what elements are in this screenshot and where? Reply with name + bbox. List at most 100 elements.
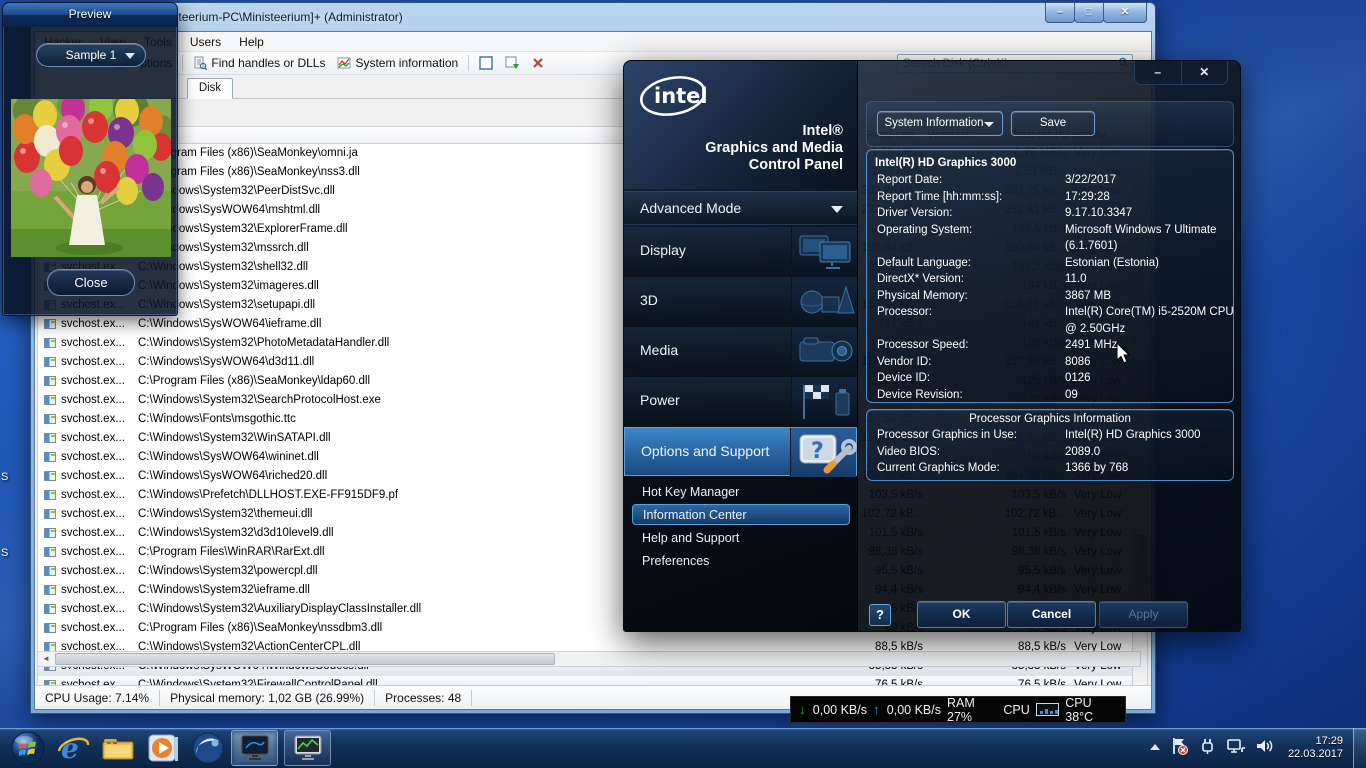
status-divider xyxy=(471,689,473,706)
process-name: svchost.ex... xyxy=(61,470,125,482)
dll-icon xyxy=(44,414,56,424)
menu-users[interactable]: Users xyxy=(181,33,230,51)
dll-path: C:\Windows\Fonts\msgothic.ttc xyxy=(138,413,296,425)
sidebar-item-options-and-support[interactable]: Options and Support ? xyxy=(624,427,857,477)
power-plug-icon[interactable] xyxy=(1198,737,1217,760)
cpu-label: CPU xyxy=(1003,702,1030,717)
close-preview-button[interactable]: Close xyxy=(47,269,135,296)
seamonkey-icon[interactable] xyxy=(191,731,225,765)
ok-button[interactable]: OK xyxy=(917,601,1006,628)
dll-icon xyxy=(44,604,56,614)
taskbar-app-intel-panel[interactable] xyxy=(231,730,278,766)
taskbar: e 17:29 22.03.2017 xyxy=(0,728,1366,768)
find-handles-button[interactable]: Find handles or DLLs xyxy=(187,53,331,73)
dll-path: C:\Windows\SysWOW64\riched20.dll xyxy=(138,470,328,482)
new-window-button[interactable] xyxy=(499,53,525,73)
sample-dropdown-label: Sample 1 xyxy=(65,48,117,62)
tab-disk[interactable]: Disk xyxy=(187,78,233,99)
minimize-button[interactable]: – xyxy=(1135,61,1182,84)
display-icon xyxy=(791,227,857,276)
info-value: Microsoft Windows 7 Ultimate (6.1.7601) xyxy=(1065,223,1217,253)
process-name: svchost.ex... xyxy=(61,527,125,539)
dll-path: C:\Windows\System32\WinSATAPI.dll xyxy=(138,432,331,444)
cancel-button[interactable]: Cancel xyxy=(1007,601,1096,628)
sidebar-item-3d[interactable]: 3D xyxy=(624,277,857,326)
taskbar-app-process-hacker[interactable] xyxy=(284,730,331,766)
tray-overflow-arrow[interactable] xyxy=(1149,739,1161,757)
info-value: 11.0 xyxy=(1065,273,1087,285)
system-information-dropdown[interactable]: System Information xyxy=(877,111,1003,136)
dll-path: C:\Windows\System32\PhotoMetadataHandler… xyxy=(138,337,390,349)
media-player-icon[interactable] xyxy=(146,731,180,765)
chevron-down-icon xyxy=(831,206,843,213)
svg-text:intel: intel xyxy=(654,84,708,108)
sidebar-item-power[interactable]: Power xyxy=(624,377,857,426)
help-button[interactable]: ? xyxy=(869,604,891,626)
windows-explorer-icon[interactable] xyxy=(101,731,135,765)
tray-time: 17:29 xyxy=(1315,735,1343,747)
desktop-icon-label[interactable]: S xyxy=(1,547,10,559)
ram-usage: RAM 27% xyxy=(947,695,975,724)
close-button[interactable]: ✕ xyxy=(1182,61,1228,84)
info-value: 2089.0 xyxy=(1065,445,1101,458)
horizontal-scrollbar[interactable]: ◄ xyxy=(37,651,1141,667)
status-cpu: CPU Usage: 7.14% xyxy=(45,690,150,705)
save-button[interactable]: Save xyxy=(1011,111,1095,136)
info-value: 3867 MB xyxy=(1065,289,1112,302)
info-row: Operating System: Microsoft Windows 7 Ul… xyxy=(867,222,1233,255)
process-name: svchost.ex... xyxy=(61,356,125,368)
process-name: svchost.ex... xyxy=(61,565,125,577)
internet-explorer-icon[interactable]: e xyxy=(56,731,90,765)
subitem-information-center[interactable]: Information Center xyxy=(632,504,850,525)
sample-dropdown[interactable]: Sample 1 xyxy=(36,43,146,67)
window-arrow-icon xyxy=(505,56,520,69)
dll-icon xyxy=(44,509,56,519)
brand-title: Intel® Graphics and Media Control Panel xyxy=(705,123,843,173)
dll-path: C:\Windows\SysWOW64\d3d11.dll xyxy=(138,356,315,368)
menu-help[interactable]: Help xyxy=(230,33,273,51)
start-button[interactable] xyxy=(11,731,45,765)
options-support-icon: ? xyxy=(790,428,857,477)
system-information-panel: Intel(R) HD Graphics 3000 Report Date: 3… xyxy=(866,149,1234,403)
network-icon[interactable] xyxy=(1226,737,1246,760)
sidebar-item-media[interactable]: Media xyxy=(624,327,857,376)
download-arrow-icon: ↓ xyxy=(799,702,806,717)
toolbar-separator xyxy=(182,55,184,71)
close-filter-button[interactable] xyxy=(525,53,551,73)
tray-clock[interactable]: 17:29 22.03.2017 xyxy=(1288,735,1343,761)
action-center-flag-icon[interactable] xyxy=(1170,737,1189,760)
dll-path: C:\Windows\Prefetch\DLLHOST.EXE-FF915DF9… xyxy=(138,489,399,501)
processor-graphics-panel: Processor Graphics Information Processor… xyxy=(866,409,1234,481)
subitem-hot-key-manager[interactable]: Hot Key Manager xyxy=(632,482,850,503)
titlebar[interactable]: Process Hacker [Ministeerium-PC\Ministee… xyxy=(31,3,1155,31)
sidebar-item-display[interactable]: Display xyxy=(624,227,857,276)
net-speed-widget[interactable]: ↓ 0,00 KB/s ↑ 0,00 KB/s RAM 27% CPU CPU … xyxy=(790,695,1126,724)
scroll-left-arrow[interactable]: ◄ xyxy=(40,652,52,666)
svg-text:e: e xyxy=(61,732,79,765)
upload-speed: 0,00 KB/s xyxy=(886,702,941,717)
process-name: svchost.ex... xyxy=(61,622,125,634)
info-row: Default Language: Estonian (Estonia) xyxy=(867,255,1233,272)
scrollbar-thumb[interactable] xyxy=(55,653,555,665)
process-name: svchost.ex... xyxy=(61,413,125,425)
info-row: Vendor ID: 8086 xyxy=(867,354,1233,371)
subitem-preferences[interactable]: Preferences xyxy=(632,551,850,572)
show-desktop-button[interactable] xyxy=(1353,728,1366,768)
info-label: Device ID: xyxy=(877,372,931,384)
pane-toggle-button[interactable] xyxy=(473,53,499,73)
dll-icon xyxy=(44,547,56,557)
close-button[interactable]: ✕ xyxy=(1103,3,1147,23)
info-rows: Report Date: 3/22/2017 Report Time [hh:m… xyxy=(867,172,1234,403)
preview-titlebar[interactable]: Preview xyxy=(3,3,177,27)
subitem-help-and-support[interactable]: Help and Support xyxy=(632,528,850,549)
system-information-button[interactable]: System information xyxy=(331,53,464,73)
volume-icon[interactable] xyxy=(1255,737,1275,760)
power-icon xyxy=(791,377,857,426)
mode-selector-dropdown[interactable]: Advanced Mode xyxy=(624,191,857,225)
minimize-button[interactable]: – xyxy=(1045,3,1075,23)
desktop-icon-label[interactable]: S xyxy=(1,471,10,483)
sysinfo-toolbar: System Information Save xyxy=(866,101,1234,147)
maximize-button[interactable]: □ xyxy=(1074,3,1104,23)
dll-path: C:\Windows\System32\d3d10level9.dll xyxy=(138,527,334,539)
info-label: DirectX* Version: xyxy=(877,273,964,285)
